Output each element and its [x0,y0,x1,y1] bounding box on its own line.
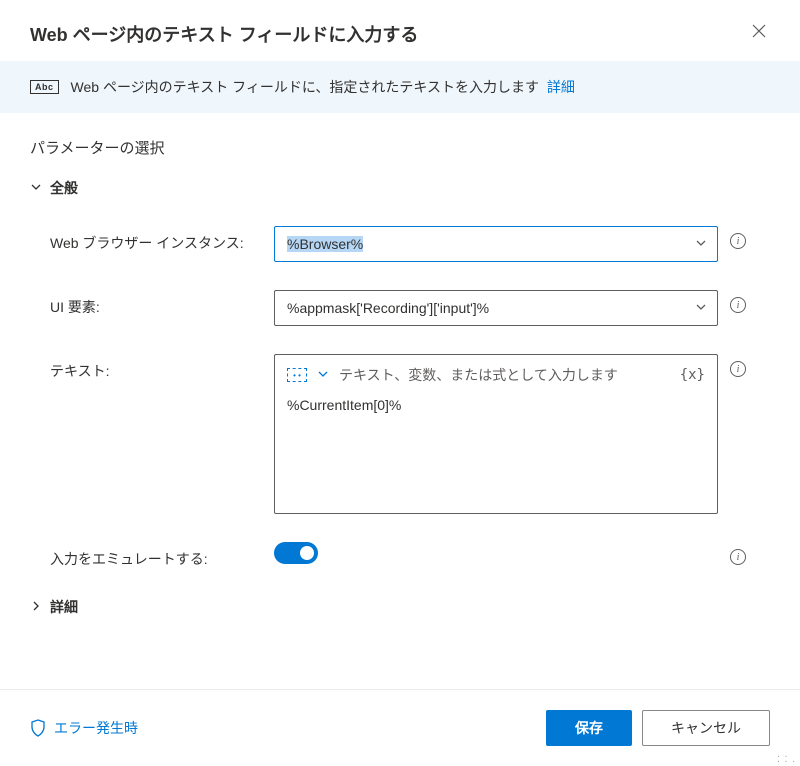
resize-grip[interactable]: . .. . . [777,752,796,762]
ui-element-label: UI 要素: [50,290,274,317]
section-general-header[interactable]: 全般 [30,178,770,198]
text-field-icon: Abc [30,80,59,94]
row-browser-instance: Web ブラウザー インスタンス: %Browser% i [50,226,770,262]
ui-element-dropdown[interactable]: %appmask['Recording']['input']% [274,290,718,326]
toggle-knob [300,546,314,560]
text-editor-hint: テキスト、変数、または式として入力します [339,365,670,385]
text-editor-content[interactable]: %CurrentItem[0]% [287,397,705,413]
browser-instance-dropdown[interactable]: %Browser% [274,226,718,262]
row-ui-element: UI 要素: %appmask['Recording']['input']% i [50,290,770,326]
close-icon [752,24,766,38]
text-mode-icon[interactable]: • • [287,368,307,382]
info-icon[interactable]: i [730,297,746,313]
info-icon[interactable]: i [730,233,746,249]
browser-instance-label: Web ブラウザー インスタンス: [50,226,274,253]
shield-icon [30,719,46,737]
chevron-down-icon[interactable] [317,368,329,383]
dialog: Web ページ内のテキスト フィールドに入力する Abc Web ページ内のテキ… [0,0,800,766]
text-label: テキスト: [50,354,274,381]
text-editor[interactable]: • • テキスト、変数、または式として入力します {x} %CurrentIte… [274,354,718,514]
section-advanced-header[interactable]: 詳細 [30,597,770,617]
row-emulate-input: 入力をエミュレートする: i [50,542,770,569]
row-text: テキスト: • • テキスト、変数、または式として入力します {x} %Curr… [50,354,770,514]
footer-buttons: 保存 キャンセル [546,710,770,746]
chevron-down-icon [695,300,707,316]
browser-instance-value: %Browser% [287,236,363,252]
dialog-header: Web ページ内のテキスト フィールドに入力する [0,0,800,61]
emulate-input-toggle[interactable] [274,542,318,564]
dialog-footer: エラー発生時 保存 キャンセル [0,689,800,766]
chevron-right-icon [30,600,40,615]
dialog-content: パラメーターの選択 全般 Web ブラウザー インスタンス: %Browser% [0,113,800,689]
save-button[interactable]: 保存 [546,710,632,746]
banner-text: Web ページ内のテキスト フィールドに、指定されたテキストを入力します 詳細 [71,77,575,97]
info-banner: Abc Web ページ内のテキスト フィールドに、指定されたテキストを入力します… [0,61,800,113]
cancel-button[interactable]: キャンセル [642,710,770,746]
info-icon[interactable]: i [730,549,746,565]
dialog-title: Web ページ内のテキスト フィールドに入力する [30,21,418,47]
info-icon[interactable]: i [730,361,746,377]
general-section-body: Web ブラウザー インスタンス: %Browser% i UI 要素: [30,226,770,569]
details-link[interactable]: 詳細 [547,79,575,95]
chevron-down-icon [695,236,707,252]
on-error-label: エラー発生時 [54,718,138,738]
ui-element-value: %appmask['Recording']['input']% [287,300,489,316]
section-advanced-label: 詳細 [50,597,78,617]
variable-insert-icon[interactable]: {x} [680,367,705,383]
section-title: パラメーターの選択 [30,137,770,158]
emulate-input-label: 入力をエミュレートする: [50,542,274,569]
chevron-down-icon [30,181,40,196]
section-general-label: 全般 [50,178,78,198]
text-editor-toolbar: • • テキスト、変数、または式として入力します {x} [287,365,705,385]
on-error-link[interactable]: エラー発生時 [30,718,138,738]
close-button[interactable] [748,20,770,47]
